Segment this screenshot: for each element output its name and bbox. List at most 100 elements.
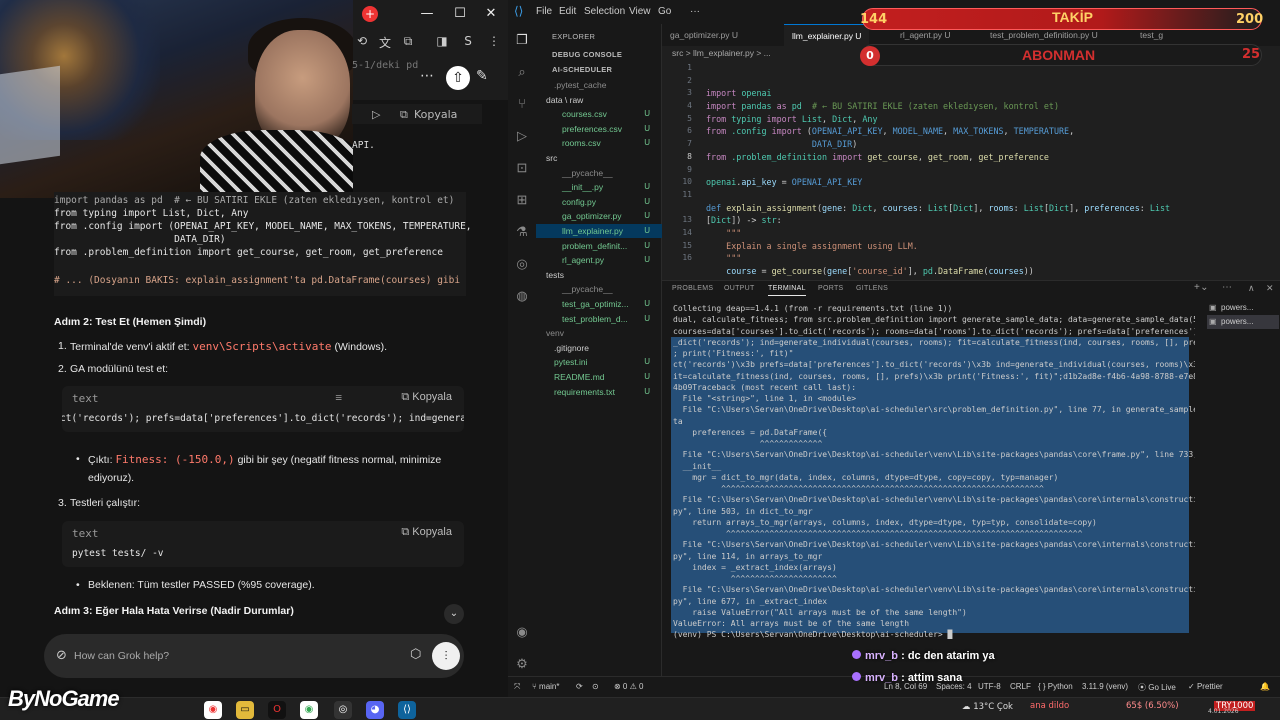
file-tree-item[interactable]: requirements.txt U [536,385,662,399]
s-extension-icon[interactable]: S [458,34,478,50]
file-tree-item[interactable]: courses.csv U [536,107,662,121]
project-root[interactable]: AI-SCHEDULER [552,65,612,74]
discord-icon[interactable]: ◕ [366,701,384,719]
opera-icon[interactable]: O [268,701,286,719]
screenshot-icon[interactable]: ⧉ [398,34,418,50]
remote-icon[interactable]: ⤧ [514,682,520,692]
panel-tab-gitlens[interactable]: GITLENS [856,285,888,292]
wrap-icon[interactable]: ≡ [335,391,342,404]
explorer-icon[interactable]: ❐ [514,32,530,48]
copy-button[interactable]: Kopyala [414,108,457,121]
copy-button[interactable]: ⧉ Kopyala [401,526,452,539]
clock-date[interactable]: 4.01.2026 [1208,708,1239,715]
chat-input[interactable] [74,646,374,666]
extensions-icon[interactable]: ⊞ [514,192,530,208]
account-icon[interactable]: ◉ [514,624,530,640]
tab-add-icon[interactable]: + [362,6,378,22]
chrome-profile-icon[interactable]: ◉ [300,701,318,719]
code-editor[interactable]: import openai import pandas as pd # ← BU… [706,62,1206,278]
run-debug-icon[interactable]: ▷ [514,128,530,144]
terminal[interactable]: Collecting deap==1.4.1 (from -r requirem… [665,303,1195,641]
maximize-panel-icon[interactable]: ∧ [1248,283,1255,294]
menu-go[interactable]: Go [658,6,671,17]
file-tree-item[interactable]: .gitignore [536,341,662,355]
file-tree-item[interactable]: venv [536,326,662,340]
gitlens-icon[interactable]: ◎ [514,256,530,272]
new-terminal-icon[interactable]: +⌄ [1194,282,1209,293]
close-panel-icon[interactable]: ✕ [1266,283,1274,294]
file-tree-item[interactable]: ga_optimizer.py U [536,209,662,223]
terminal-instance[interactable]: powers... [1207,315,1279,329]
voice-button[interactable]: ⫶ [432,642,460,670]
file-tree-item[interactable]: src [536,151,662,165]
more-icon[interactable]: ⋯ [420,68,434,84]
file-tree-item[interactable]: test_problem_d... U [536,312,662,326]
edit-icon[interactable]: ✎ [476,68,488,84]
language-mode[interactable]: { } Python [1038,682,1073,691]
more-menu-icon[interactable]: ··· [690,6,700,17]
file-tree-item[interactable]: llm_explainer.py U [536,224,662,238]
file-tree-item[interactable]: test_ga_optimiz... U [536,297,662,311]
sync-icon[interactable]: ⟳ [576,682,583,691]
extension-icon[interactable]: ◨ [432,34,452,50]
scroll-down-button[interactable]: ⌄ [444,604,464,624]
file-tree-item[interactable]: data \ raw [536,93,662,107]
window-minimize-button[interactable]: — [412,0,442,28]
tab-ga-optimizer[interactable]: ga_optimizer.py U [662,24,746,46]
weather-widget[interactable]: ☁ 13°C Çok [962,702,1013,712]
branch-status[interactable]: ⑂ main* [532,682,559,691]
python-interpreter[interactable]: 3.11.9 (venv) [1082,682,1128,691]
file-tree-item[interactable]: pytest.ini U [536,355,662,369]
file-tree-item[interactable]: __pycache__ [536,166,662,180]
gitlens-status-icon[interactable]: ⊙ [592,682,599,691]
source-control-icon[interactable]: ⑂ [514,96,530,112]
file-tree-item[interactable]: __init__.py U [536,180,662,194]
notifications-icon[interactable]: 🔔 [1260,682,1270,691]
file-tree-item[interactable]: problem_definit... U [536,239,662,253]
copy-button[interactable]: ⧉ Kopyala [401,391,452,404]
file-tree-item[interactable]: preferences.csv U [536,122,662,136]
model-icon[interactable]: ⬡ [410,647,421,662]
file-tree-item[interactable]: rooms.csv U [536,136,662,150]
vscode-taskbar-icon[interactable]: ⟨⟩ [398,701,416,719]
menu-icon[interactable]: ⋮ [484,34,504,50]
prettier-status[interactable]: ✓ Prettier [1188,682,1223,691]
file-tree-item[interactable]: rl_agent.py U [536,253,662,267]
docker-icon[interactable]: ◍ [514,288,530,304]
play-icon[interactable]: ▷ [372,108,380,121]
file-tree-item[interactable]: __pycache__ [536,282,662,296]
search-icon[interactable]: ⌕ [514,64,530,80]
encoding[interactable]: UTF-8 [978,682,1001,691]
breadcrumb[interactable]: src > llm_explainer.py > ... [672,48,771,58]
file-tree-item[interactable]: .pytest_cache [536,78,662,92]
panel-tab-problems[interactable]: PROBLEMS [672,285,713,292]
file-tree-item[interactable]: config.py U [536,195,662,209]
terminal-instance[interactable]: powers... [1207,301,1279,315]
attach-icon[interactable]: ⊘ [56,648,67,663]
remote-icon[interactable]: ⊡ [514,160,530,176]
more-actions-icon[interactable]: ⋯ [1222,282,1232,293]
file-tree-item[interactable]: tests [536,268,662,282]
panel-tab-ports[interactable]: PORTS [818,285,844,292]
menu-selection[interactable]: Selection [584,6,625,17]
panel-tab-terminal[interactable]: TERMINAL [768,285,806,296]
menu-edit[interactable]: Edit [559,6,576,17]
share-icon[interactable]: ⇧ [446,66,470,90]
chrome-icon[interactable]: ◉ [204,701,222,719]
menu-view[interactable]: View [629,6,651,17]
menu-file[interactable]: File [536,6,552,17]
file-tree-item[interactable]: README.md U [536,370,662,384]
file-explorer-icon[interactable]: ▭ [236,701,254,719]
window-close-button[interactable]: ✕ [476,0,506,28]
window-maximize-button[interactable]: ☐ [445,0,475,28]
settings-gear-icon[interactable]: ⚙ [514,656,530,672]
problems-status[interactable]: ⊗ 0 ⚠ 0 [614,682,643,691]
translate-icon[interactable]: 文 [375,34,395,50]
back-icon[interactable]: ⟲ [352,34,372,50]
copy-icon[interactable]: ⧉ [400,108,408,122]
debug-console-header[interactable]: DEBUG CONSOLE [552,50,622,59]
testing-icon[interactable]: ⚗ [514,224,530,240]
obs-icon[interactable]: ◎ [334,701,352,719]
line-ending[interactable]: CRLF [1010,682,1031,691]
go-live-button[interactable]: ⦿ Go Live [1138,682,1176,693]
